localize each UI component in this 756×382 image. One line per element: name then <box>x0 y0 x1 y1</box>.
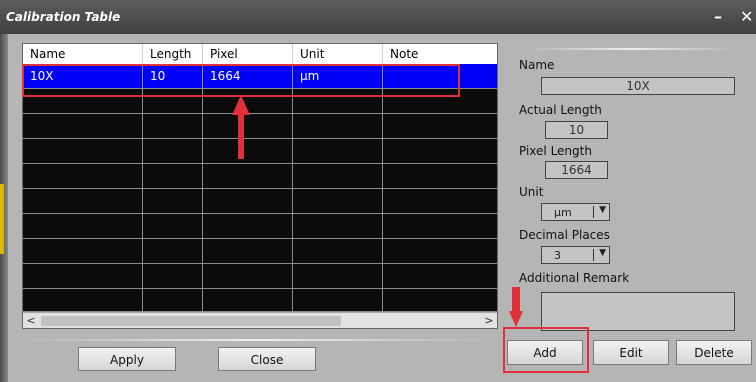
unit-select-value: μm <box>554 206 572 219</box>
decimal-places-select[interactable]: 3 ▼ <box>541 246 610 264</box>
empty-table-row[interactable] <box>23 164 497 189</box>
caret-down-icon: ▼ <box>599 248 606 258</box>
pixel-length-field[interactable]: 1664 <box>545 161 608 179</box>
additional-remark-field[interactable] <box>541 292 735 331</box>
pixel-length-label: Pixel Length <box>519 144 592 158</box>
add-button-annotation <box>503 327 589 373</box>
column-header-name[interactable]: Name <box>23 44 143 64</box>
close-button[interactable]: Close <box>218 347 316 371</box>
empty-table-row[interactable] <box>23 214 497 239</box>
table-header: Name Length Pixel Unit Note <box>23 44 497 64</box>
unit-select[interactable]: μm ▼ <box>541 203 610 221</box>
empty-table-row[interactable] <box>23 114 497 139</box>
row-highlight-annotation <box>22 64 460 97</box>
horizontal-scrollbar[interactable]: < > <box>23 312 497 328</box>
additional-remark-label: Additional Remark <box>519 271 630 285</box>
unit-label: Unit <box>519 185 544 199</box>
left-separator <box>20 339 490 341</box>
right-separator <box>528 48 733 50</box>
minimize-button[interactable]: – <box>714 8 722 26</box>
delete-button[interactable]: Delete <box>676 340 752 365</box>
red-arrow-icon <box>509 287 523 327</box>
caret-down-icon: ▼ <box>599 205 606 215</box>
empty-table-row[interactable] <box>23 189 497 214</box>
window-left-edge <box>0 34 8 382</box>
decimal-select-value: 3 <box>554 249 561 262</box>
apply-button[interactable]: Apply <box>78 347 176 371</box>
name-field[interactable]: 10X <box>541 77 735 95</box>
empty-table-row[interactable] <box>23 289 497 313</box>
empty-table-row[interactable] <box>23 264 497 289</box>
empty-table-row[interactable] <box>23 239 497 264</box>
decimal-places-label: Decimal Places <box>519 228 610 242</box>
scroll-left-arrow[interactable]: < <box>23 313 39 328</box>
title-bar: Calibration Table – ✕ <box>0 0 756 34</box>
window-title: Calibration Table <box>6 10 121 24</box>
edit-button[interactable]: Edit <box>593 340 669 365</box>
scrollbar-thumb[interactable] <box>41 316 341 326</box>
name-label: Name <box>519 58 555 72</box>
actual-length-label: Actual Length <box>519 103 602 117</box>
red-arrow-icon <box>232 95 250 159</box>
column-header-unit[interactable]: Unit <box>293 44 383 64</box>
empty-table-row[interactable] <box>23 139 497 164</box>
column-header-pixel[interactable]: Pixel <box>203 44 293 64</box>
close-window-button[interactable]: ✕ <box>740 8 753 26</box>
column-header-length[interactable]: Length <box>143 44 203 64</box>
actual-length-field[interactable]: 10 <box>545 121 608 139</box>
column-header-note[interactable]: Note <box>383 44 497 64</box>
scroll-right-arrow[interactable]: > <box>481 313 497 328</box>
